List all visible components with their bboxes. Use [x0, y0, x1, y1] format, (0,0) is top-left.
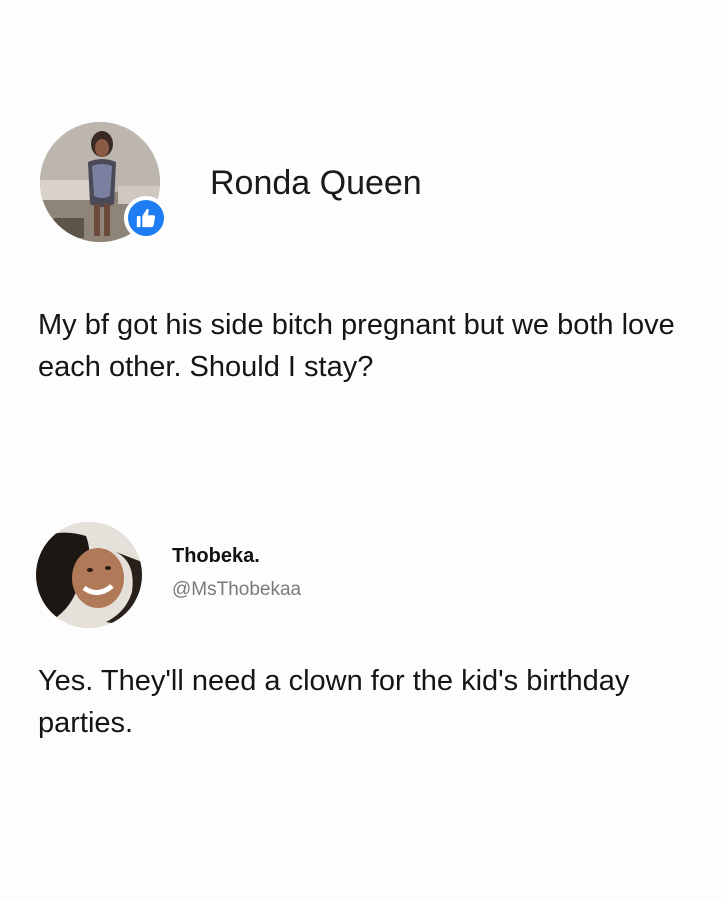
like-badge [124, 196, 168, 240]
post-body-text: My bf got his side bitch pregnant but we… [38, 309, 675, 383]
reply-avatar-photo [36, 522, 142, 628]
reply-handle[interactable]: @MsThobekaa [172, 578, 301, 602]
thumbs-up-icon [136, 208, 156, 228]
reply-display-name[interactable]: Thobeka. [172, 544, 301, 568]
reply-header: Thobeka. @MsThobekaa [36, 522, 301, 628]
poster-name[interactable]: Ronda Queen [210, 164, 422, 203]
reply-author-block: Thobeka. @MsThobekaa [172, 544, 301, 602]
reply-body-text: Yes. They'll need a clown for the kid's … [38, 665, 630, 739]
screenshot-canvas: Ronda Queen My bf got his side bitch pre… [0, 0, 726, 900]
post-header: Ronda Queen [40, 122, 422, 242]
reply-avatar[interactable] [36, 522, 142, 628]
poster-avatar[interactable] [40, 122, 168, 242]
